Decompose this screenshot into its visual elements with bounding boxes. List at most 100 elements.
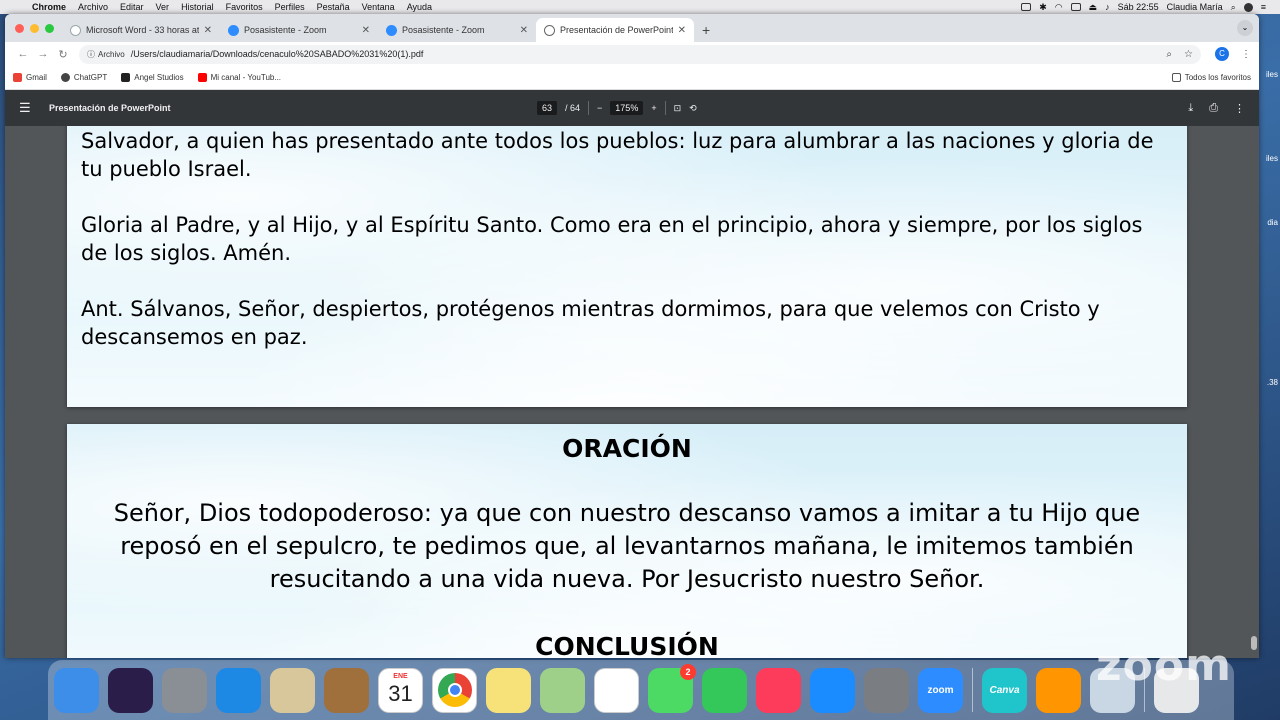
dock-separator <box>972 668 973 712</box>
zoom-out-button[interactable]: − <box>597 103 602 113</box>
fit-page-icon[interactable]: ⊡ <box>674 103 682 114</box>
menu-favoritos[interactable]: Favoritos <box>220 2 269 12</box>
wifi-icon[interactable]: ◠ <box>1055 2 1063 13</box>
menu-archivo[interactable]: Archivo <box>72 2 114 12</box>
menu-ventana[interactable]: Ventana <box>356 2 401 12</box>
page-paragraph: Gloria al Padre, y al Hijo, y al Espírit… <box>81 213 1143 265</box>
tab-powerpoint[interactable]: Presentación de PowerPoint ✕ <box>536 18 694 42</box>
bookmark-gmail[interactable]: Gmail <box>13 73 47 82</box>
messages-icon[interactable]: 2 <box>648 663 696 713</box>
print-icon[interactable]: ⎙ <box>1209 102 1218 115</box>
all-bookmarks[interactable]: Todos los favoritos <box>1171 73 1251 82</box>
profile-avatar[interactable]: C <box>1215 47 1229 61</box>
clock[interactable]: Sáb 22:55 <box>1118 2 1159 12</box>
reload-button[interactable]: ↻ <box>53 48 73 61</box>
zoom-in-button[interactable]: + <box>651 103 656 113</box>
screen-mirror-icon[interactable] <box>1021 3 1032 11</box>
menu-perfiles[interactable]: Perfiles <box>269 2 311 12</box>
bookmark-youtube[interactable]: Mi canal - YouTub... <box>197 73 281 82</box>
scrollbar-thumb[interactable] <box>1251 636 1257 650</box>
more-options-icon[interactable]: ⋮ <box>1234 102 1245 115</box>
maps-icon[interactable] <box>540 667 585 713</box>
bookmark-angel-studios[interactable]: Angel Studios <box>121 73 184 82</box>
chrome-icon[interactable] <box>432 667 477 713</box>
contacts-icon[interactable] <box>324 667 369 713</box>
pdf-page-63: Salvador, a quien has presentado ante to… <box>67 126 1187 407</box>
pdf-toolbar: ☰ Presentación de PowerPoint 63 / 64 − 1… <box>5 90 1259 126</box>
page-number-input[interactable]: 63 <box>537 101 558 115</box>
close-tab-icon[interactable]: ✕ <box>678 25 686 36</box>
tab-title: Microsoft Word - 33 horas at... <box>86 25 199 35</box>
browser-toolbar: ← → ↻ ⓘ Archivo /Users/claudiamaria/Down… <box>5 42 1259 66</box>
zoom-level-input[interactable]: 175% <box>610 101 644 115</box>
tab-search-button[interactable]: ⌄ <box>1237 20 1253 36</box>
download-icon[interactable]: ⤓ <box>1188 102 1193 115</box>
bookmark-chatgpt[interactable]: ChatGPT <box>60 73 107 82</box>
volume-icon[interactable]: ♪ <box>1105 2 1110 12</box>
books-icon[interactable] <box>1036 667 1081 713</box>
tab-zoom-1[interactable]: Posasistente - Zoom ✕ <box>220 18 378 42</box>
window-controls <box>11 14 62 42</box>
back-button[interactable]: ← <box>13 48 33 60</box>
eject-icon[interactable]: ⏏ <box>1089 2 1098 13</box>
minimize-window-button[interactable] <box>30 23 39 33</box>
info-icon: ⓘ <box>87 49 95 59</box>
site-info-label: Archivo <box>98 49 125 59</box>
siri-icon[interactable] <box>108 667 153 713</box>
angel-studios-icon <box>121 73 131 82</box>
rotate-icon[interactable]: ⟲ <box>689 103 697 114</box>
tab-word[interactable]: Microsoft Word - 33 horas at... ✕ <box>62 18 220 42</box>
battery-icon[interactable] <box>1070 3 1081 11</box>
close-window-button[interactable] <box>15 23 24 33</box>
bookmark-label: Angel Studios <box>134 73 184 82</box>
bluetooth-icon[interactable]: ✱ <box>1039 2 1047 13</box>
notes-icon[interactable] <box>486 667 531 713</box>
mail-icon[interactable] <box>270 667 315 713</box>
zoom-app-icon[interactable]: zoom <box>918 667 963 713</box>
menu-ayuda[interactable]: Ayuda <box>401 2 438 12</box>
appstore-icon[interactable] <box>810 667 855 713</box>
zoom-watermark: zoom <box>1096 640 1232 691</box>
pdf-page-controls: 63 / 64 − 175% + ⊡ ⟲ <box>537 101 697 115</box>
dock-app-label: Canva <box>989 684 1020 696</box>
zoom-lens-icon[interactable]: ⌕ <box>1166 49 1172 60</box>
canva-icon[interactable]: Canva <box>982 667 1027 713</box>
close-tab-icon[interactable]: ✕ <box>520 25 528 36</box>
pdf-viewport[interactable]: Salvador, a quien has presentado ante to… <box>5 126 1259 658</box>
tab-zoom-2[interactable]: Posasistente - Zoom ✕ <box>378 18 536 42</box>
photos-icon[interactable] <box>594 667 639 713</box>
settings-icon[interactable] <box>864 667 909 713</box>
youtube-icon <box>197 73 207 82</box>
menu-app[interactable]: Chrome <box>26 2 72 12</box>
calendar-day: 31 <box>388 681 413 706</box>
fullscreen-window-button[interactable] <box>45 23 54 33</box>
search-icon[interactable]: ⌕ <box>1231 2 1236 13</box>
pdf-scrollbar[interactable] <box>1251 130 1257 654</box>
calendar-icon[interactable]: ENE 31 <box>378 667 423 713</box>
music-icon[interactable] <box>756 667 801 713</box>
forward-button[interactable]: → <box>33 48 53 60</box>
pdf-page-64: ORACIÓN Señor, Dios todopoderoso: ya que… <box>67 424 1187 658</box>
pdf-menu-icon[interactable]: ☰ <box>19 100 35 116</box>
list-icon[interactable]: ≡ <box>1261 2 1266 12</box>
tab-title: Posasistente - Zoom <box>244 25 327 35</box>
launchpad-icon[interactable] <box>162 667 207 713</box>
section-heading: CONCLUSIÓN <box>535 632 719 658</box>
safari-icon[interactable] <box>216 667 261 713</box>
close-tab-icon[interactable]: ✕ <box>204 25 212 36</box>
address-bar[interactable]: ⓘ Archivo /Users/claudiamaria/Downloads/… <box>79 44 1201 64</box>
menu-historial[interactable]: Historial <box>175 2 220 12</box>
facetime-icon[interactable] <box>702 667 747 713</box>
menu-ver[interactable]: Ver <box>150 2 176 12</box>
menu-editar[interactable]: Editar <box>114 2 150 12</box>
close-tab-icon[interactable]: ✕ <box>362 25 370 36</box>
menu-pestana[interactable]: Pestaña <box>311 2 356 12</box>
site-info-chip[interactable]: ⓘ Archivo <box>87 49 125 60</box>
user-name[interactable]: Claudia María <box>1167 2 1223 12</box>
control-center-icon[interactable] <box>1243 2 1253 12</box>
bookmark-star-icon[interactable]: ☆ <box>1184 49 1193 60</box>
browser-menu-icon[interactable]: ⋮ <box>1241 49 1251 60</box>
url-text[interactable]: /Users/claudiamaria/Downloads/cenaculo%2… <box>131 49 424 59</box>
finder-icon[interactable] <box>54 667 99 713</box>
new-tab-button[interactable]: + <box>694 18 718 42</box>
